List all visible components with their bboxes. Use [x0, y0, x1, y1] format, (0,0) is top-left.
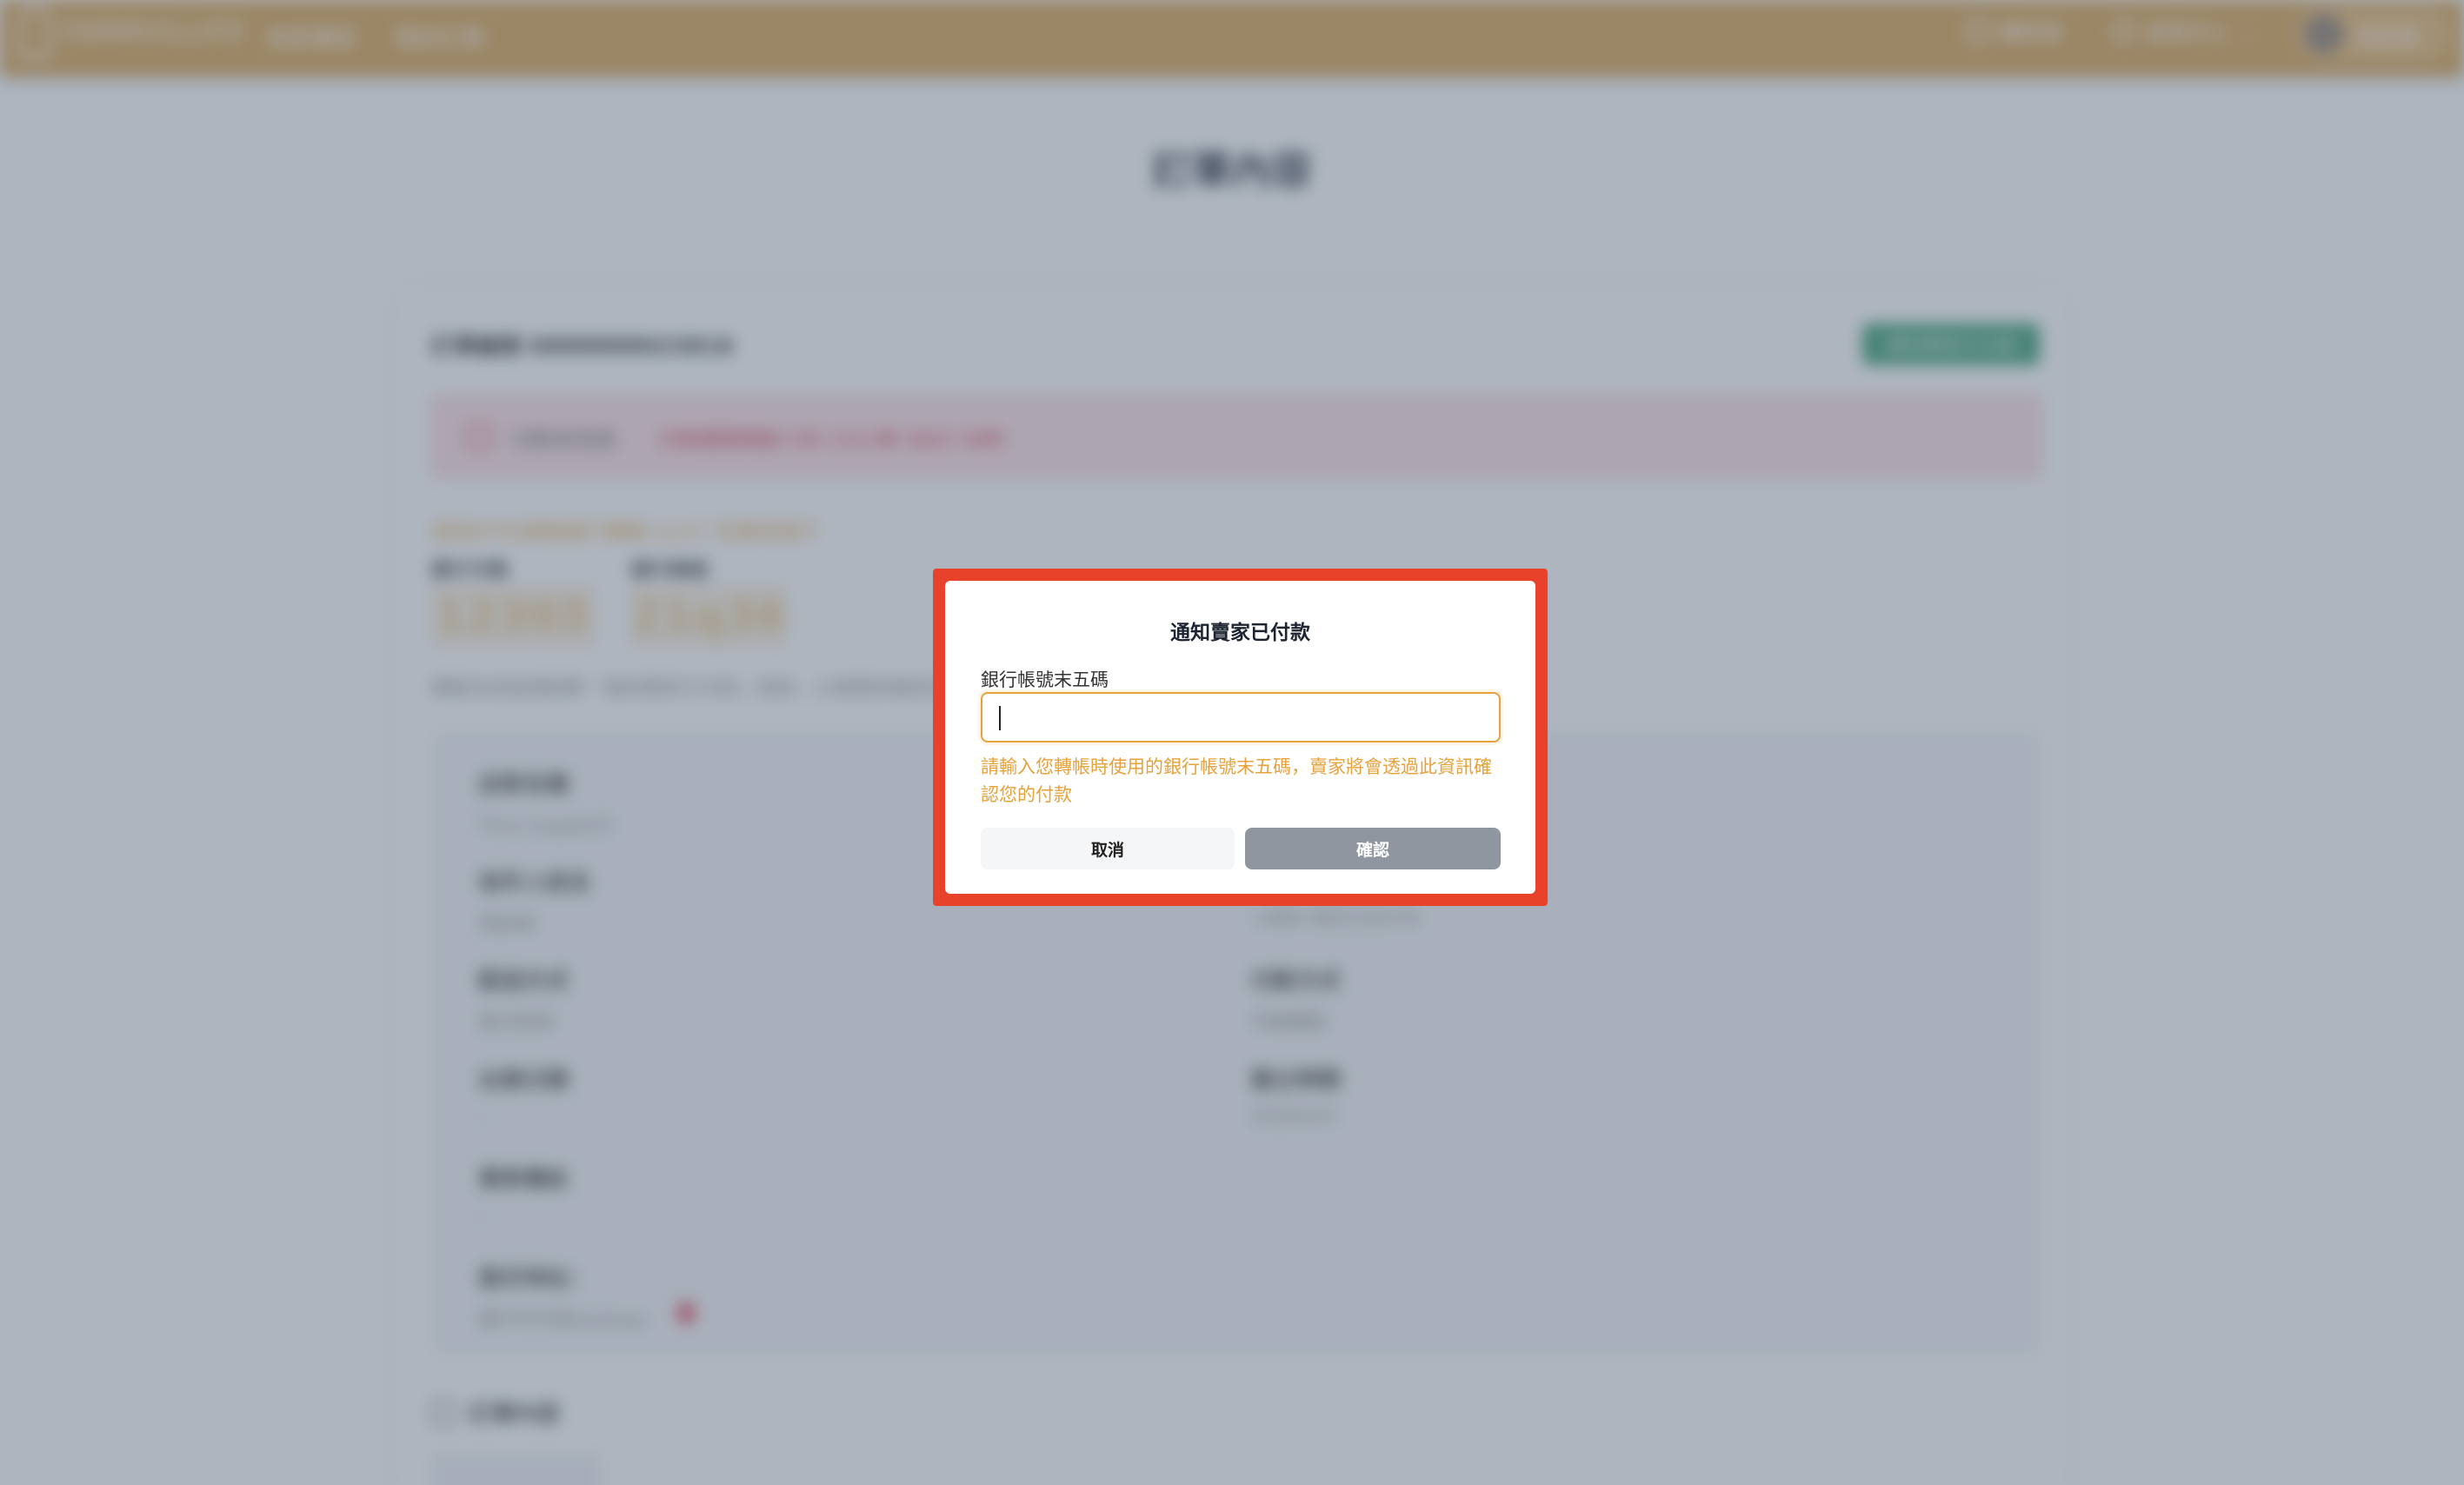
page: FARMVILLIFE 商家專區 我的訂單 購物車 會員中心 ⌄ 測試者 訂單內…	[0, 0, 2464, 1485]
notify-paid-dialog: 通知賣家已付款 銀行帳號末五碼 請輸入您轉帳時使用的銀行帳號末五碼，賣家將會透過…	[945, 581, 1535, 894]
highlight-frame: 通知賣家已付款 銀行帳號末五碼 請輸入您轉帳時使用的銀行帳號末五碼，賣家將會透過…	[933, 569, 1548, 906]
bank-last5-label: 銀行帳號末五碼	[981, 669, 1109, 690]
dialog-title: 通知賣家已付款	[1170, 622, 1310, 644]
cancel-button[interactable]: 取消	[981, 828, 1235, 869]
bank-last5-help: 請輸入您轉帳時使用的銀行帳號末五碼，賣家將會透過此資訊確認您的付款	[981, 756, 1492, 805]
bank-last5-input[interactable]	[981, 692, 1501, 742]
text-caret	[999, 706, 1001, 730]
confirm-button[interactable]: 確認	[1245, 828, 1501, 869]
